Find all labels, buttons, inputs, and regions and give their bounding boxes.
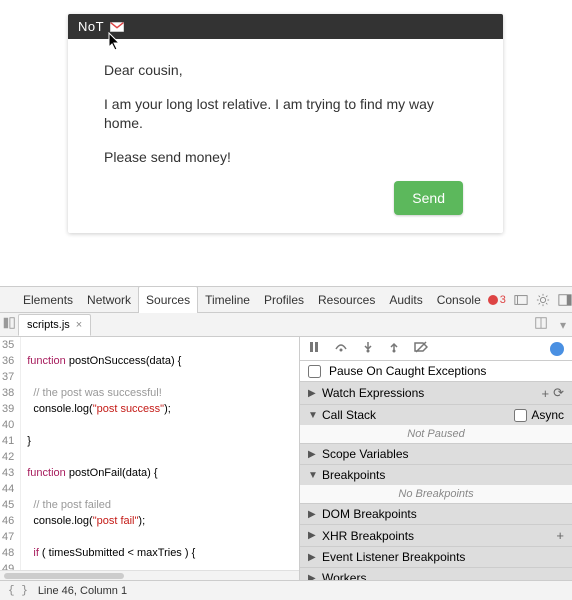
overflow-menu-icon[interactable]: ▾ (554, 318, 572, 332)
devtools-tab-resources[interactable]: Resources (311, 287, 382, 313)
step-out-icon[interactable] (388, 341, 400, 356)
disclosure-triangle-icon: ▼ (308, 410, 318, 421)
code-line (27, 369, 299, 385)
code-line: // the post failed (27, 497, 299, 513)
xhr-breakpoints-section[interactable]: ▶ XHR Breakpoints + (300, 524, 572, 546)
column-toggle-icon[interactable] (528, 316, 554, 333)
disclosure-triangle-icon: ▶ (308, 530, 318, 541)
event-listener-breakpoints-section[interactable]: ▶ Event Listener Breakpoints (300, 546, 572, 567)
pretty-print-icon[interactable]: { } (8, 585, 28, 597)
dom-breakpoints-section[interactable]: ▶ DOM Breakpoints (300, 503, 572, 524)
code-line (27, 449, 299, 465)
devtools-tab-profiles[interactable]: Profiles (257, 287, 311, 313)
horizontal-scrollbar[interactable] (0, 570, 299, 580)
scope-variables-section[interactable]: ▶ Scope Variables (300, 443, 572, 464)
code-line: function postOnFail(data) { (27, 465, 299, 481)
disclosure-triangle-icon: ▶ (308, 552, 318, 563)
add-xhr-breakpoint-icon[interactable]: + (556, 528, 564, 543)
close-file-tab-icon[interactable]: × (76, 319, 82, 331)
pause-on-caught-label: Pause On Caught Exceptions (329, 364, 486, 378)
disclosure-triangle-icon: ▶ (308, 388, 318, 399)
devtools-panel: ElementsNetworkSourcesTimelineProfilesRe… (0, 286, 572, 600)
code-line (27, 417, 299, 433)
disclosure-triangle-icon: ▶ (308, 509, 318, 520)
email-line: Dear cousin, (104, 61, 467, 81)
workers-section[interactable]: ▶ Workers (300, 567, 572, 580)
error-count-badge[interactable]: 3 (488, 294, 506, 306)
code-editor[interactable]: 3536373839404142434445464748495051525354… (0, 337, 299, 570)
devtools-tab-timeline[interactable]: Timeline (198, 287, 257, 313)
devtools-toolbar: ElementsNetworkSourcesTimelineProfilesRe… (0, 287, 572, 313)
deactivate-breakpoints-icon[interactable] (414, 341, 428, 356)
debugger-toolbar (300, 337, 572, 361)
code-line: if ( timesSubmitted < maxTries ) { (27, 545, 299, 561)
devtools-tab-audits[interactable]: Audits (382, 287, 429, 313)
devtools-tab-sources[interactable]: Sources (138, 286, 198, 314)
call-stack-note: Not Paused (300, 425, 572, 443)
refresh-watch-icon[interactable]: ⟳ (553, 385, 564, 401)
code-line: console.log("post success"); (27, 401, 299, 417)
devtools-tab-elements[interactable]: Elements (16, 287, 80, 313)
email-body: Dear cousin, I am your long lost relativ… (68, 39, 503, 233)
code-line: } (27, 433, 299, 449)
file-tab[interactable]: scripts.js × (18, 314, 91, 336)
step-into-icon[interactable] (362, 341, 374, 356)
pause-on-caught-row: Pause On Caught Exceptions (300, 361, 572, 381)
disclosure-triangle-icon: ▶ (308, 449, 318, 460)
code-line (27, 337, 299, 353)
email-titlebar: NoT (68, 14, 503, 39)
call-stack-section[interactable]: ▼ Call Stack Async (300, 404, 572, 425)
code-line (27, 561, 299, 570)
async-checkbox[interactable] (514, 409, 527, 422)
file-tab-label: scripts.js (27, 319, 70, 331)
breakpoints-section[interactable]: ▼ Breakpoints (300, 464, 572, 485)
send-button[interactable]: Send (394, 181, 463, 215)
code-line: console.log("post fail"); (27, 513, 299, 529)
pause-resume-icon[interactable] (308, 341, 320, 356)
step-over-icon[interactable] (334, 341, 348, 356)
mail-icon (110, 22, 124, 32)
cursor-position: Line 46, Column 1 (38, 585, 127, 597)
code-line (27, 529, 299, 545)
status-bar: { } Line 46, Column 1 (0, 580, 572, 600)
email-composer-window: NoT Dear cousin, I am your long lost rel… (68, 14, 503, 233)
drawer-toggle-icon[interactable] (514, 293, 528, 307)
pause-on-exceptions-icon[interactable] (550, 342, 564, 356)
pause-on-caught-checkbox[interactable] (308, 365, 321, 378)
sources-subbar: scripts.js × ▾ (0, 313, 572, 337)
code-line: function postOnSuccess(data) { (27, 353, 299, 369)
debugger-sidebar: Pause On Caught Exceptions ▶ Watch Expre… (300, 337, 572, 580)
settings-gear-icon[interactable] (536, 293, 550, 307)
dock-side-icon[interactable] (558, 293, 572, 307)
code-line (27, 481, 299, 497)
email-line: I am your long lost relative. I am tryin… (104, 95, 467, 134)
mouse-cursor-icon (108, 32, 122, 52)
devtools-tab-console[interactable]: Console (430, 287, 488, 313)
disclosure-triangle-icon: ▼ (308, 470, 318, 481)
devtools-tab-network[interactable]: Network (80, 287, 138, 313)
watch-expressions-section[interactable]: ▶ Watch Expressions + ⟳ (300, 381, 572, 404)
code-editor-pane: 3536373839404142434445464748495051525354… (0, 337, 300, 580)
add-watch-icon[interactable]: + (542, 386, 550, 401)
app-brand: NoT (78, 19, 104, 34)
navigator-icon[interactable] (0, 316, 18, 333)
email-line: Please send money! (104, 148, 467, 168)
disclosure-triangle-icon: ▶ (308, 573, 318, 581)
breakpoints-note: No Breakpoints (300, 485, 572, 503)
code-line: // the post was successful! (27, 385, 299, 401)
